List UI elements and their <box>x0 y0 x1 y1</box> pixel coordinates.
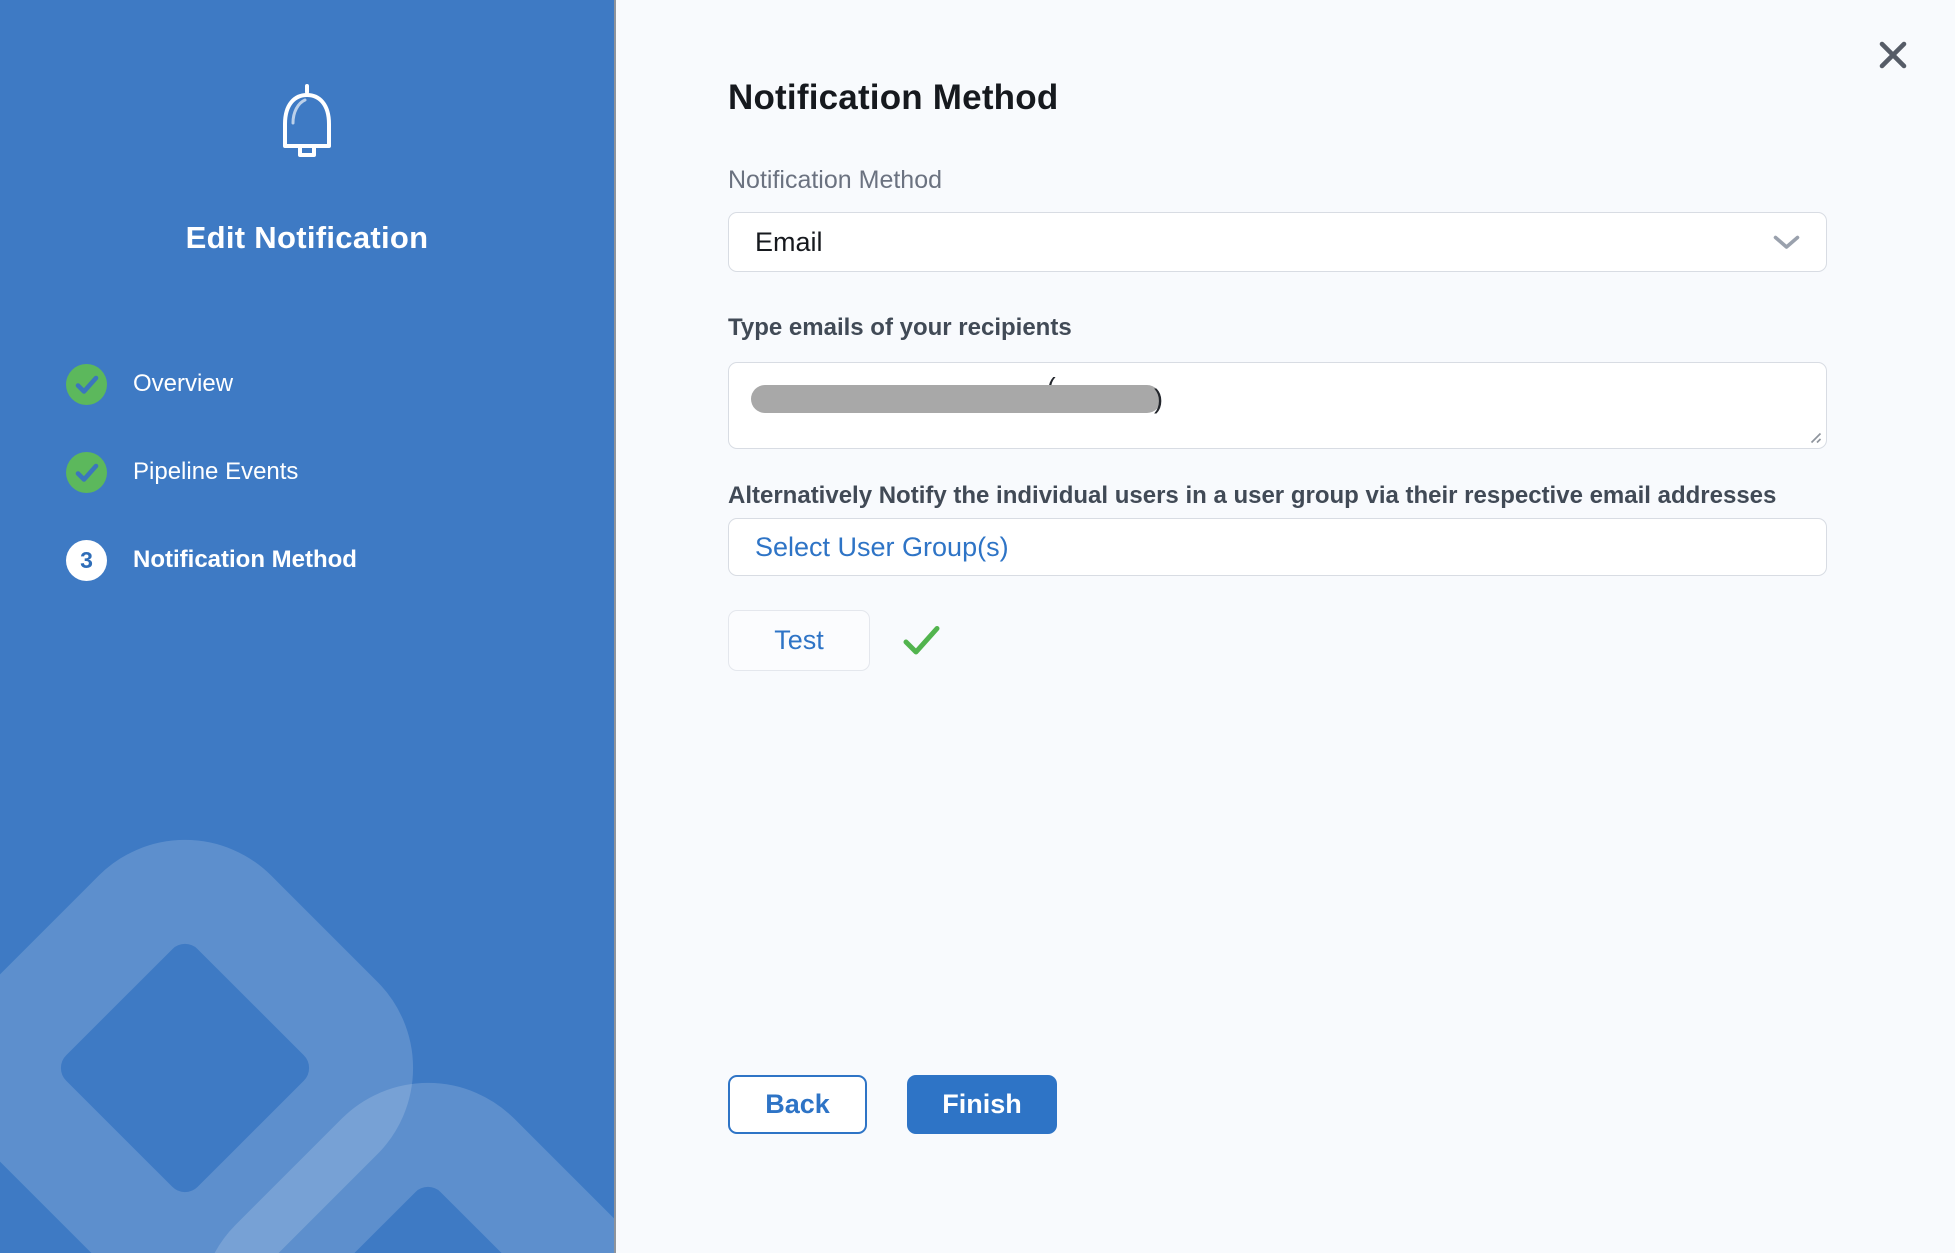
finish-button[interactable]: Finish <box>907 1075 1057 1134</box>
sidebar-step-pipeline-events[interactable]: Pipeline Events <box>66 451 357 493</box>
recipient-email-entry: ) <box>751 385 1163 413</box>
edit-notification-modal: Edit Notification Overview Pipeline Even… <box>0 0 1955 1253</box>
step-number-badge: 3 <box>66 540 107 581</box>
wizard-actions: Back Finish <box>728 1075 1057 1134</box>
sidebar-step-overview[interactable]: Overview <box>66 363 357 405</box>
textarea-resize-handle[interactable] <box>1806 428 1822 444</box>
bell-icon <box>271 82 343 167</box>
test-button[interactable]: Test <box>728 610 870 671</box>
user-group-hint: Alternatively Notify the individual user… <box>728 482 1776 510</box>
wizard-sidebar: Edit Notification Overview Pipeline Even… <box>0 0 616 1253</box>
test-success-check-icon <box>902 625 942 657</box>
wizard-steps: Overview Pipeline Events 3 Notification … <box>66 363 357 627</box>
notification-method-select[interactable]: Email <box>728 212 1827 272</box>
method-selected-value: Email <box>755 227 823 258</box>
close-icon[interactable] <box>1871 33 1915 77</box>
step-label: Pipeline Events <box>133 458 298 486</box>
select-user-groups-label: Select User Group(s) <box>755 532 1009 563</box>
step-number: 3 <box>80 547 93 574</box>
step-label: Overview <box>133 370 233 398</box>
redacted-email-value <box>751 385 1161 413</box>
wizard-title: Edit Notification <box>0 220 614 256</box>
back-button[interactable]: Back <box>728 1075 867 1134</box>
page-title: Notification Method <box>728 78 1058 118</box>
step-label: Notification Method <box>133 546 357 574</box>
step-complete-check-icon <box>66 364 107 405</box>
recipients-field-label: Type emails of your recipients <box>728 314 1072 342</box>
sidebar-step-notification-method[interactable]: 3 Notification Method <box>66 539 357 581</box>
redacted-text-fragment: ) <box>1154 385 1163 413</box>
select-user-groups-button[interactable]: Select User Group(s) <box>728 518 1827 576</box>
recipients-textarea[interactable]: ( ) <box>728 362 1827 449</box>
chevron-down-icon <box>1773 235 1800 250</box>
test-row: Test <box>728 610 942 671</box>
step-complete-check-icon <box>66 452 107 493</box>
method-field-label: Notification Method <box>728 166 942 195</box>
